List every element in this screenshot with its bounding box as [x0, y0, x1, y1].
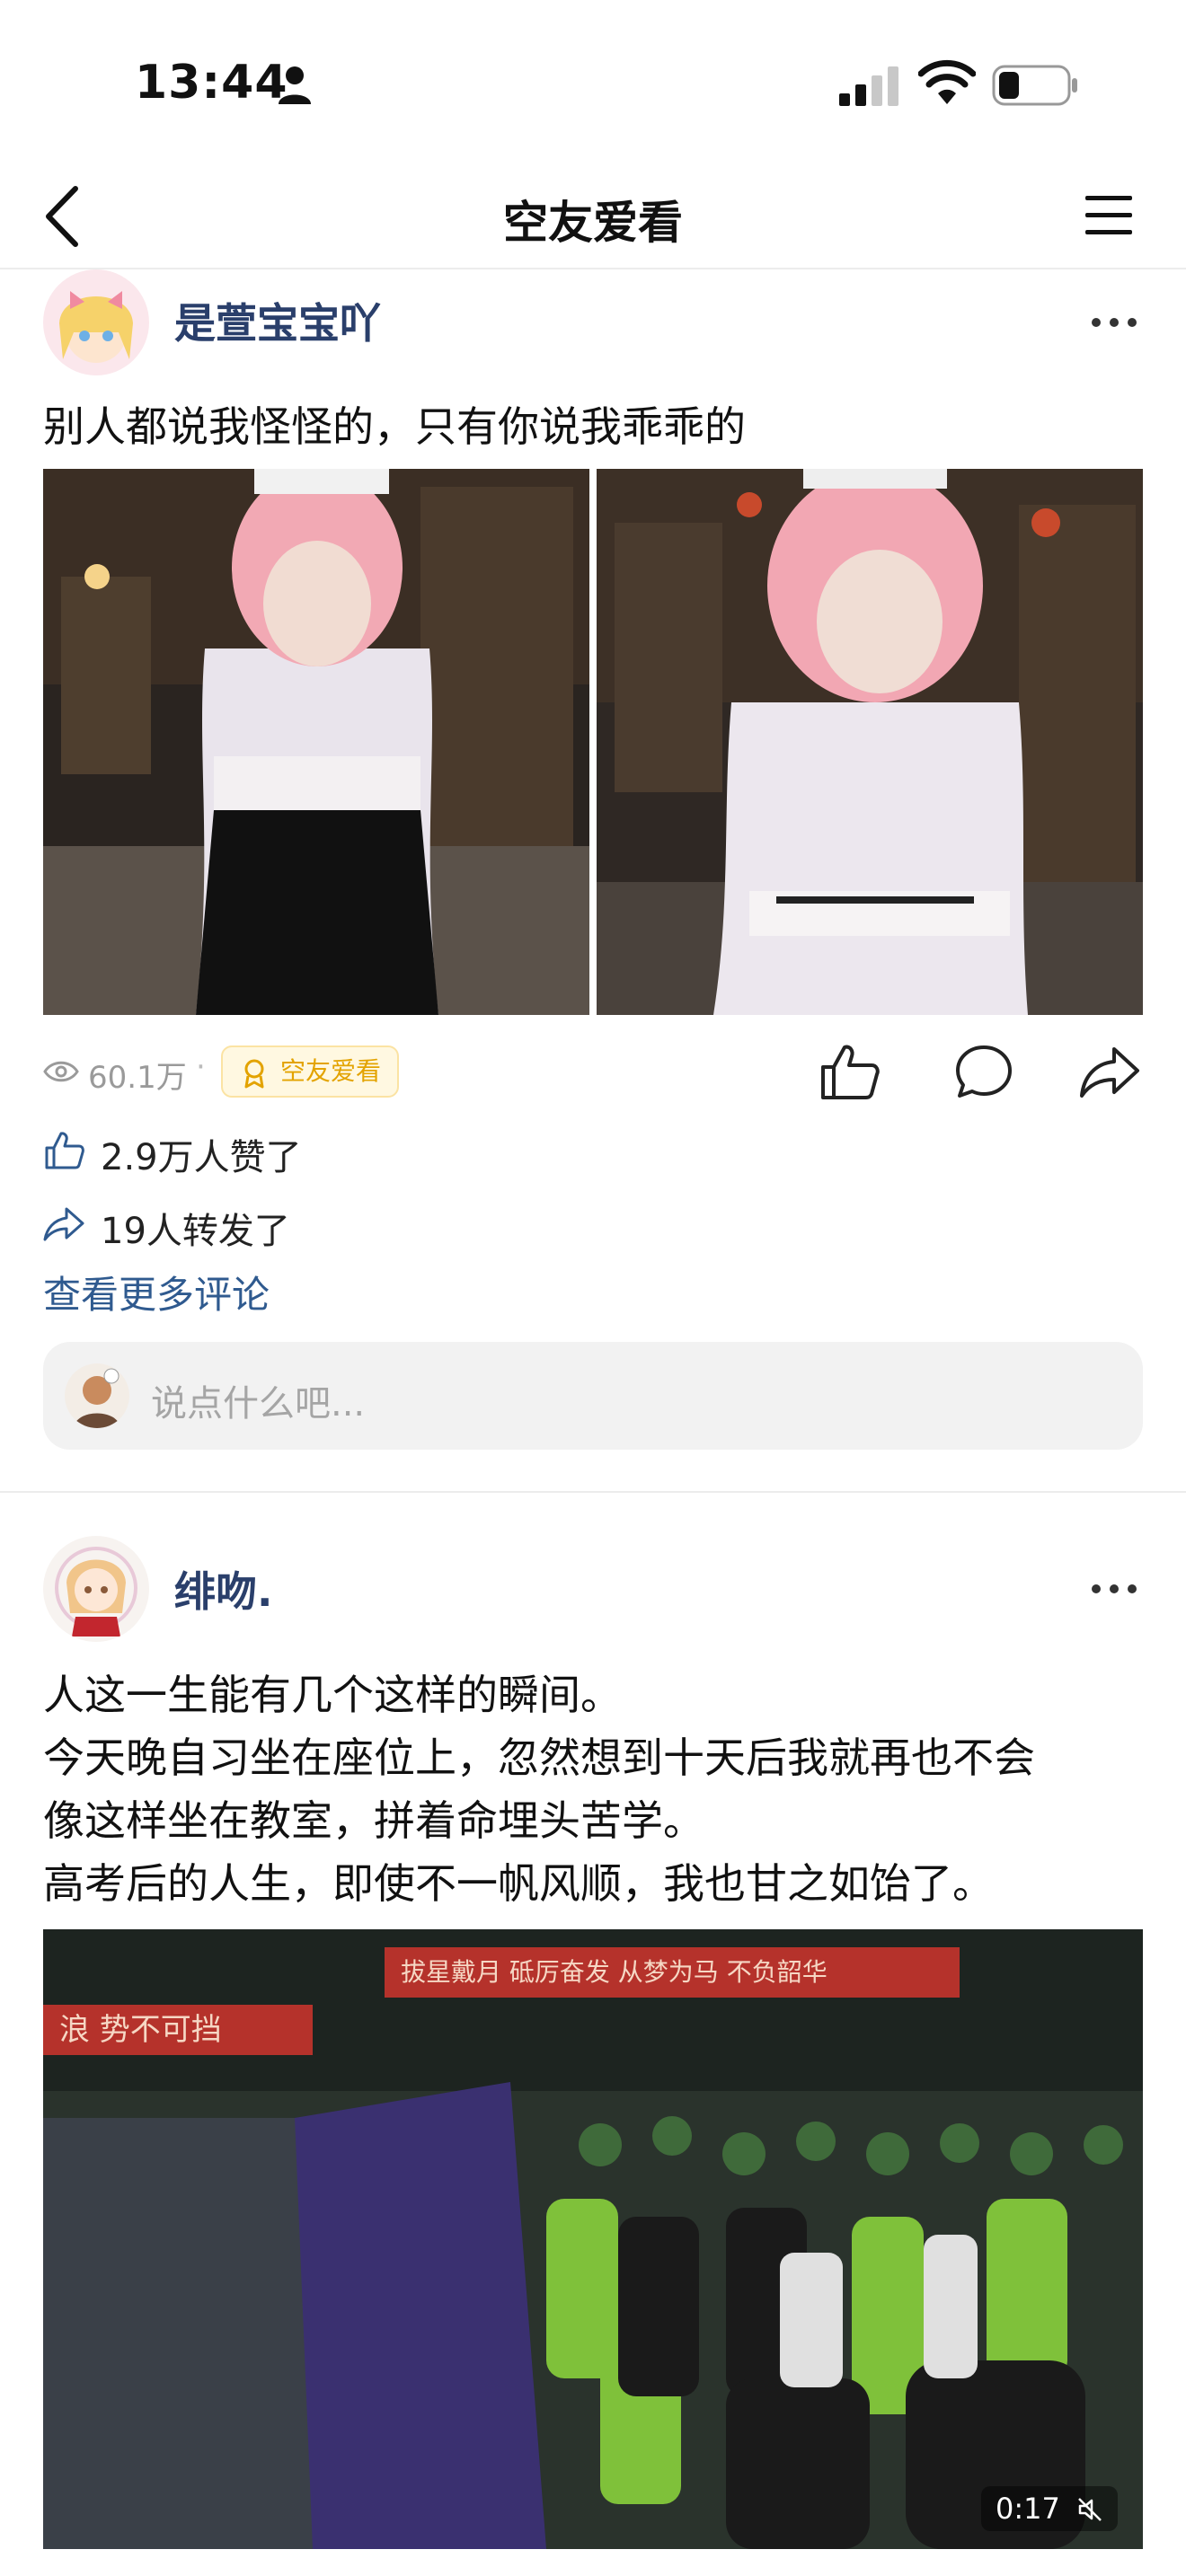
post-meta-row: 60.1万 · 空友爱看 — [43, 1045, 1148, 1099]
share-button[interactable] — [1078, 1042, 1141, 1101]
post-image[interactable] — [43, 469, 589, 1015]
post-image-content — [43, 469, 589, 1015]
video-banner-right: 拔星戴月 砥厉奋发 从梦为马 不负韶华 — [385, 1947, 960, 1998]
thumbs-up-icon — [45, 1132, 84, 1169]
username[interactable]: 绯吻. — [174, 1559, 272, 1619]
video-duration: 0:17 — [995, 2492, 1060, 2526]
topic-label: 空友爱看 — [280, 1056, 382, 1086]
comment-button[interactable] — [952, 1042, 1015, 1101]
video-duration-badge[interactable]: 0:17 — [980, 2486, 1118, 2531]
status-bar: 13:44 — [0, 0, 1186, 162]
status-time: 13:44 — [135, 56, 288, 110]
battery-icon — [992, 65, 1077, 106]
cellular-signal-icon — [839, 66, 898, 106]
feed-post: 绯吻. 人这一生能有几个这样的瞬间。 今天晚自习坐在座位上，忽然想到十天后我就再… — [0, 1536, 1186, 2576]
comment-input[interactable]: 说点什么吧... — [43, 1342, 1143, 1450]
post-text: 别人都说我怪怪的，只有你说我乖乖的 — [43, 402, 746, 451]
more-options-icon[interactable] — [1087, 309, 1141, 336]
topic-badge[interactable]: 空友爱看 — [221, 1045, 400, 1098]
post-text: 人这一生能有几个这样的瞬间。 今天晚自习坐在座位上，忽然想到十天后我就再也不会 … — [43, 1663, 1148, 1915]
shares-count: 19人转发了 — [101, 1211, 290, 1252]
page-title: 空友爱看 — [503, 197, 683, 249]
nav-bar: 空友爱看 — [0, 162, 1186, 269]
feed-post: 是萱宝宝吖 别人都说我怪怪的，只有你说我乖乖的 60.1万 · 空友爱看 2.9… — [0, 269, 1186, 1491]
avatar-image — [43, 269, 149, 375]
post-text-line: 高考后的人生，即使不一帆风顺，我也甘之如饴了。 — [43, 1859, 994, 1908]
likes-summary[interactable]: 2.9万人赞了 — [43, 1125, 852, 1178]
post-video[interactable]: 浪 势不可挡 拔星戴月 砥厉奋发 从梦为马 不负韶华 0:17 — [43, 1929, 1143, 2549]
my-avatar-image — [65, 1363, 129, 1428]
post-divider — [0, 1491, 1186, 1493]
post-text-line: 人这一生能有几个这样的瞬间。 — [43, 1671, 622, 1719]
more-options-icon[interactable] — [1087, 1575, 1141, 1602]
my-avatar — [65, 1363, 129, 1428]
view-more-comments-link[interactable]: 查看更多评论 — [43, 1265, 270, 1319]
comment-placeholder: 说点什么吧... — [151, 1383, 366, 1425]
person-icon — [279, 66, 311, 104]
post-image[interactable] — [597, 469, 1143, 1015]
ribbon-badge-icon — [244, 1059, 264, 1089]
mute-icon[interactable] — [1076, 2496, 1103, 2523]
post-image-content — [597, 469, 1143, 1015]
meta-separator: · — [196, 1049, 206, 1085]
view-count: 60.1万 — [88, 1060, 187, 1096]
eye-icon — [43, 1061, 79, 1082]
likes-count: 2.9万人赞了 — [101, 1137, 302, 1178]
wifi-icon — [918, 59, 976, 104]
share-arrow-icon — [43, 1207, 84, 1241]
like-button[interactable] — [818, 1042, 881, 1101]
menu-icon[interactable] — [1082, 189, 1136, 243]
avatar[interactable] — [43, 1536, 149, 1642]
shares-summary[interactable]: 19人转发了 — [43, 1198, 852, 1252]
video-banner-left: 浪 势不可挡 — [43, 2005, 313, 2055]
avatar-image — [43, 1536, 149, 1642]
avatar[interactable] — [43, 269, 149, 375]
post-text-line: 像这样坐在教室，拼着命埋头苦学。 — [43, 1796, 704, 1845]
username[interactable]: 是萱宝宝吖 — [174, 291, 381, 350]
post-text-line: 今天晚自习坐在座位上，忽然想到十天后我就再也不会 — [43, 1734, 1035, 1782]
